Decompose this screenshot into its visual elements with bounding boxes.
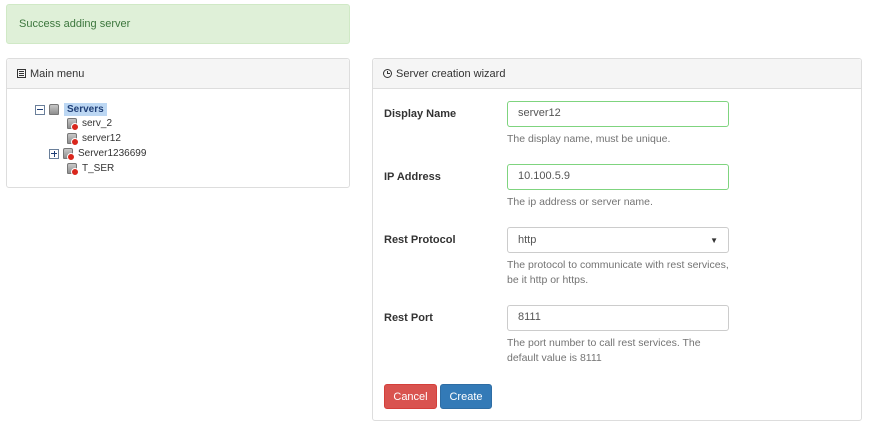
server-error-icon: [67, 133, 79, 146]
rest-port-input[interactable]: 8111: [507, 305, 729, 331]
tree-item-label[interactable]: server12: [82, 133, 121, 144]
server-error-icon: [67, 118, 79, 131]
tree-item[interactable]: Server1236699: [49, 148, 146, 161]
rest-protocol-select[interactable]: http ▼: [507, 227, 729, 253]
main-menu-title: Main menu: [30, 67, 85, 80]
display-name-input[interactable]: server12: [507, 101, 729, 127]
server-wizard-panel: Server creation wizard Display Name serv…: [372, 58, 862, 421]
list-icon: [17, 69, 26, 78]
success-alert: Success adding server: [6, 4, 350, 44]
rest-port-label: Rest Port: [384, 312, 433, 324]
tree-item-label[interactable]: T_SER: [82, 163, 114, 174]
rest-port-value: 8111: [518, 311, 541, 323]
tree-root-servers[interactable]: Servers: [35, 103, 107, 116]
tree-item[interactable]: server12: [67, 133, 121, 146]
main-menu-panel: Main menu Servers serv_2 server12 Server…: [6, 58, 350, 188]
collapse-icon[interactable]: [35, 104, 45, 115]
chevron-down-icon: ▼: [710, 235, 718, 245]
server-error-icon: [63, 148, 75, 161]
display-name-help: The display name, must be unique.: [507, 133, 671, 145]
server-error-icon: [67, 163, 79, 176]
display-name-value: server12: [518, 107, 561, 119]
ip-address-label: IP Address: [384, 171, 441, 183]
display-name-label: Display Name: [384, 108, 457, 120]
wizard-title: Server creation wizard: [396, 67, 506, 80]
tree-item-label[interactable]: serv_2: [82, 118, 112, 129]
wizard-heading: Server creation wizard: [373, 59, 861, 89]
server-group-icon: [49, 104, 59, 115]
ip-address-input[interactable]: 10.100.5.9: [507, 164, 729, 190]
tree-item-label[interactable]: Server1236699: [78, 148, 146, 159]
rest-protocol-help: The protocol to communicate with rest se…: [507, 259, 729, 286]
rest-port-help: The port number to call rest services. T…: [507, 337, 701, 364]
expand-icon[interactable]: [49, 148, 59, 159]
clock-icon: [383, 69, 392, 78]
create-button[interactable]: Create: [440, 384, 492, 409]
tree-item[interactable]: T_SER: [67, 163, 114, 176]
alert-message: Success adding server: [19, 18, 131, 30]
ip-address-value: 10.100.5.9: [518, 170, 570, 182]
main-menu-heading: Main menu: [7, 59, 349, 89]
rest-protocol-value: http: [518, 234, 537, 246]
tree-item[interactable]: serv_2: [67, 118, 112, 131]
rest-protocol-label: Rest Protocol: [384, 234, 456, 246]
cancel-button[interactable]: Cancel: [384, 384, 437, 409]
tree-root-label[interactable]: Servers: [64, 103, 107, 116]
ip-address-help: The ip address or server name.: [507, 196, 653, 208]
